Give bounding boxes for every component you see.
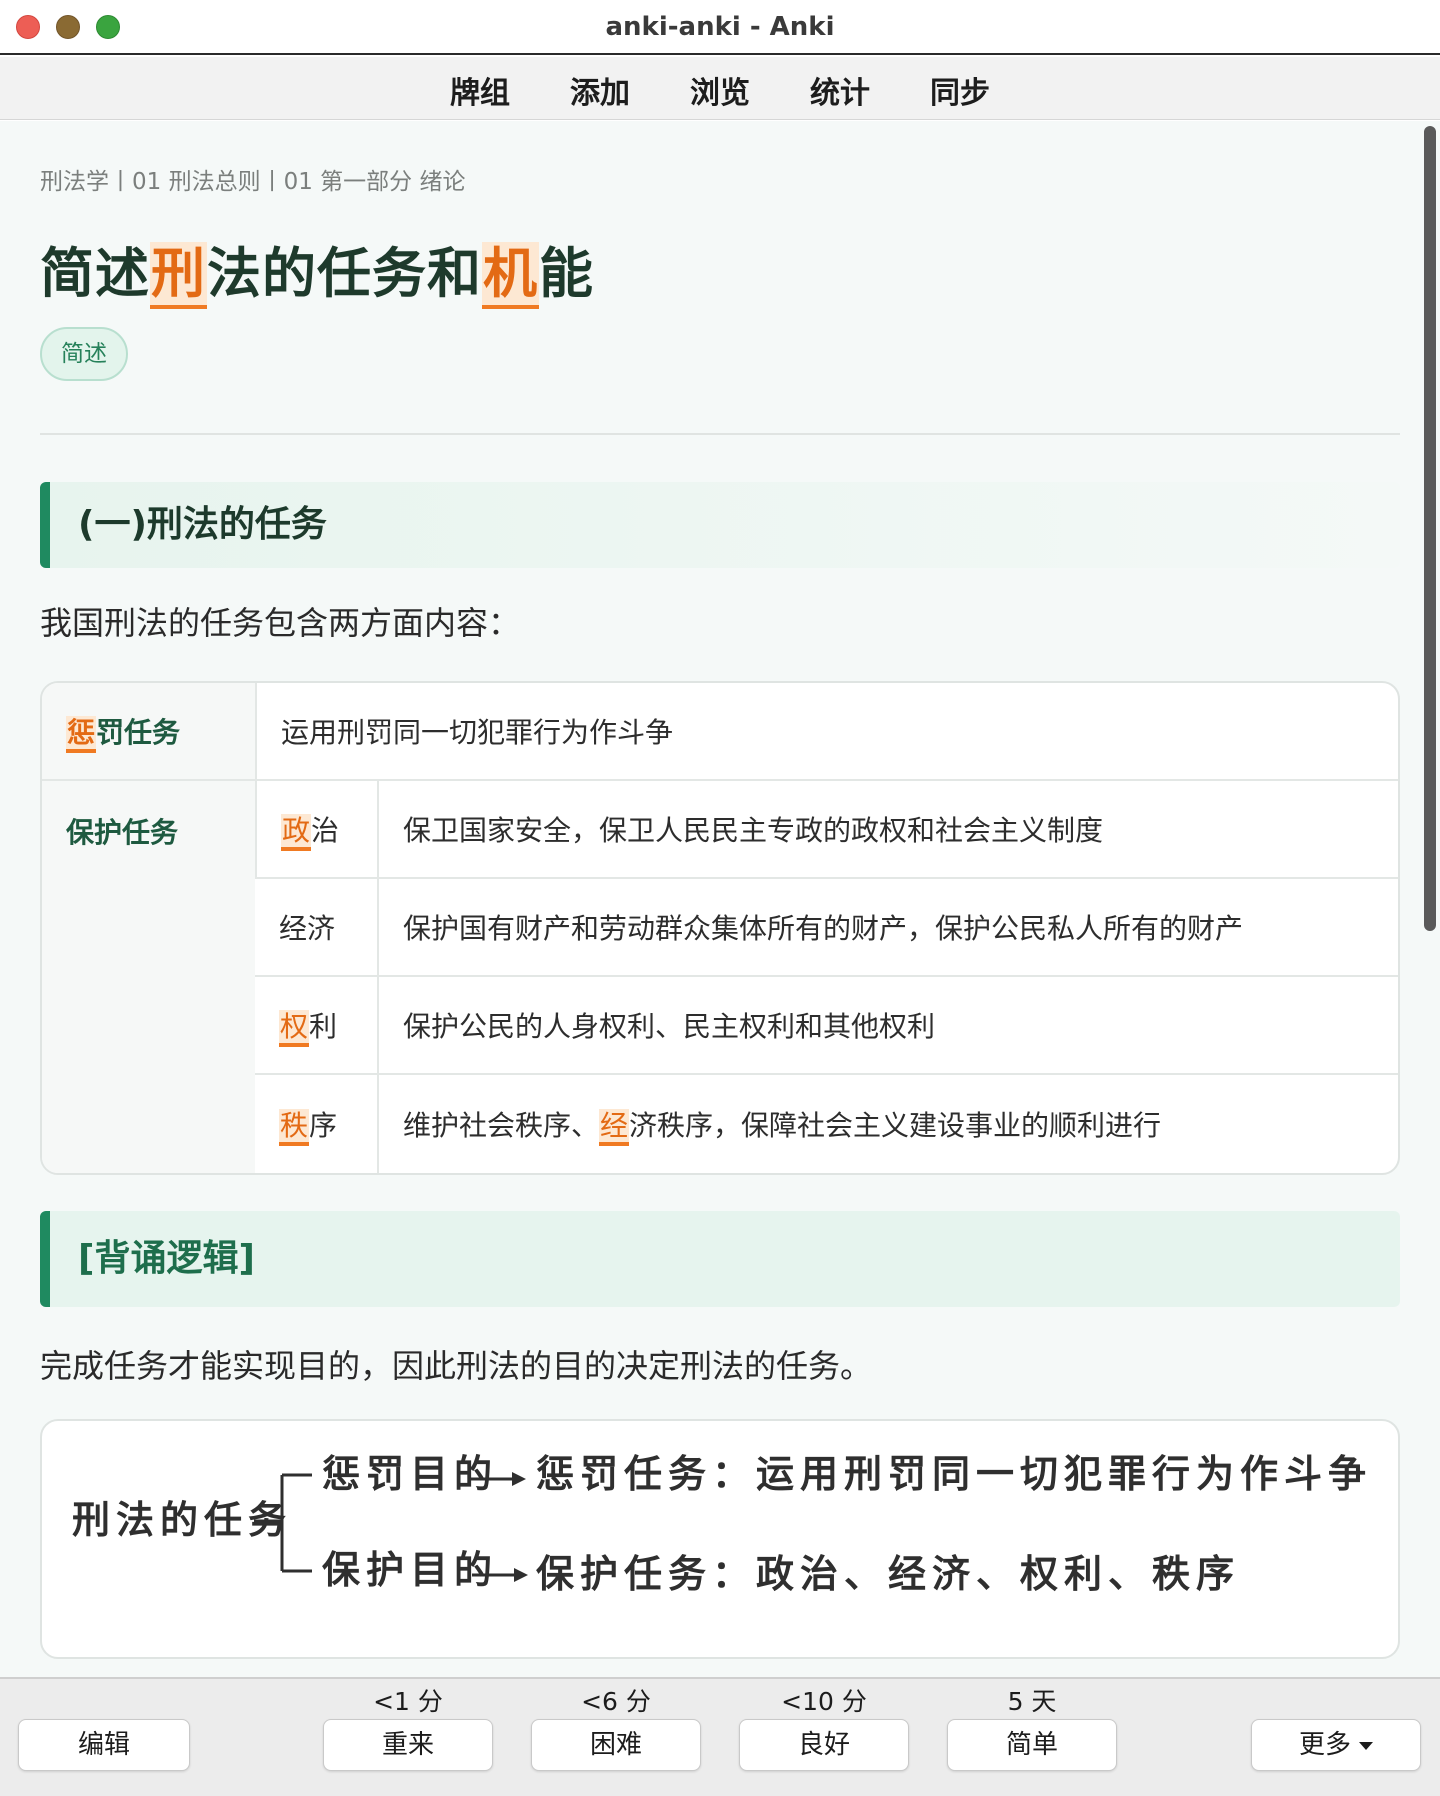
section-heading-tasks: (一)刑法的任务 xyxy=(40,482,1400,568)
logic-text: 完成任务才能实现目的，因此刑法的目的决定刑法的任务。 xyxy=(40,1347,873,1385)
interval-good: <10 分 xyxy=(781,1687,867,1716)
section-intro: 我国刑法的任务包含两方面内容： xyxy=(40,604,521,642)
toolbar-decks[interactable]: 牌组 xyxy=(450,68,510,119)
interval-hard: <6 分 xyxy=(581,1687,651,1716)
easy-button[interactable]: 简单 xyxy=(947,1719,1117,1771)
scrollbar-thumb[interactable] xyxy=(1424,126,1436,931)
toolbar-add[interactable]: 添加 xyxy=(570,68,630,119)
cell-text: 济秩序，保障社会主义建设事业的顺利进行 xyxy=(629,1109,1162,1142)
task-diagram: 刑法的任务 惩罚目的 惩罚任务：运用刑罚同一切犯罪行为作斗争 保护目的 保护任务… xyxy=(40,1419,1400,1659)
toolbar-sync[interactable]: 同步 xyxy=(930,68,990,119)
table-row: 保护任务 政治 保卫国家安全，保卫人民民主专政的政权和社会主义制度 xyxy=(42,781,1398,1173)
more-button[interactable]: 更多 xyxy=(1251,1719,1421,1771)
cell-text: 治 xyxy=(311,814,340,847)
subcategory: 政治 xyxy=(255,781,377,879)
cell-text: 罚任务 xyxy=(96,716,181,749)
card-reviewer[interactable]: 刑法学丨01 刑法总则丨01 第一部分 绪论 简述刑法的任务和机能 简述 (一)… xyxy=(0,121,1440,1677)
more-label: 更多 xyxy=(1298,1730,1351,1760)
question-title: 简述刑法的任务和机能 xyxy=(40,229,594,309)
title-part: 简述 xyxy=(40,242,150,305)
diagram-branch-label: 保护目的 xyxy=(322,1547,498,1592)
title-part: 能 xyxy=(539,242,594,305)
window-titlebar: anki-anki - Anki xyxy=(0,0,1440,55)
interval-again: <1 分 xyxy=(373,1687,443,1716)
punish-description: 运用刑罚同一切犯罪行为作斗争 xyxy=(255,683,1398,781)
good-button[interactable]: 良好 xyxy=(739,1719,909,1771)
answer-bar: 编辑 <1 分 重来 <6 分 困难 <10 分 良好 5 天 简单 更多 xyxy=(0,1677,1440,1796)
diagram-branch-result: 惩罚任务：运用刑罚同一切犯罪行为作斗争 xyxy=(536,1451,1372,1496)
cell-highlight: 政 xyxy=(281,814,312,851)
subcategory-description: 保护公民的人身权利、民主权利和其他权利 xyxy=(377,977,1398,1075)
table-row: 惩罚任务 运用刑罚同一切犯罪行为作斗争 xyxy=(42,683,1398,781)
category-protect: 保护任务 xyxy=(42,781,255,1173)
cell-highlight: 经 xyxy=(599,1109,630,1146)
cell-highlight: 惩 xyxy=(66,716,97,753)
diagram-branch-result: 保护任务：政治、经济、权利、秩序 xyxy=(536,1551,1240,1596)
main-toolbar: 牌组 添加 浏览 统计 同步 xyxy=(0,57,1440,120)
tasks-table: 惩罚任务 运用刑罚同一切犯罪行为作斗争 保护任务 政治 保卫国家安全，保卫人民民… xyxy=(40,681,1400,1175)
subcategory-description: 保护国有财产和劳动群众集体所有的财产，保护公民私人所有的财产 xyxy=(377,879,1398,977)
subcategory-description: 维护社会秩序、经济秩序，保障社会主义建设事业的顺利进行 xyxy=(377,1075,1398,1173)
diagram-branch-label: 惩罚目的 xyxy=(322,1451,498,1496)
chevron-down-icon xyxy=(1359,1741,1373,1750)
subcategory: 权利 xyxy=(255,977,377,1075)
cell-highlight: 权 xyxy=(279,1010,310,1047)
cell-text: 维护社会秩序、 xyxy=(403,1109,600,1142)
title-highlight: 刑 xyxy=(150,242,207,309)
deck-breadcrumb: 刑法学丨01 刑法总则丨01 第一部分 绪论 xyxy=(40,169,466,195)
toolbar-stats[interactable]: 统计 xyxy=(810,68,870,119)
section-heading-logic: [背诵逻辑] xyxy=(40,1211,1400,1307)
hard-button[interactable]: 困难 xyxy=(531,1719,701,1771)
title-highlight: 机 xyxy=(482,242,539,309)
toolbar-browse[interactable]: 浏览 xyxy=(690,68,750,119)
cell-text: 序 xyxy=(309,1109,338,1142)
edit-button[interactable]: 编辑 xyxy=(18,1719,190,1771)
cell-highlight: 秩 xyxy=(279,1109,310,1146)
category-punish: 惩罚任务 xyxy=(42,683,255,781)
again-button[interactable]: 重来 xyxy=(323,1719,493,1771)
arrow-head-icon xyxy=(514,1568,528,1582)
card-tag: 简述 xyxy=(40,327,128,381)
task-diagram-svg: 刑法的任务 惩罚目的 惩罚任务：运用刑罚同一切犯罪行为作斗争 保护目的 保护任务… xyxy=(72,1451,1372,1596)
arrow-head-icon xyxy=(512,1472,526,1486)
window-title: anki-anki - Anki xyxy=(605,12,835,42)
subcategory: 经济 xyxy=(255,879,377,977)
interval-easy: 5 天 xyxy=(1007,1687,1057,1716)
subcategory-description: 保卫国家安全，保卫人民民主专政的政权和社会主义制度 xyxy=(377,781,1398,879)
cell-text: 利 xyxy=(309,1010,338,1043)
divider xyxy=(40,433,1400,435)
subcategory: 秩序 xyxy=(255,1075,377,1173)
scrollbar[interactable] xyxy=(1420,121,1440,1677)
title-part: 法的任务和 xyxy=(207,242,482,305)
